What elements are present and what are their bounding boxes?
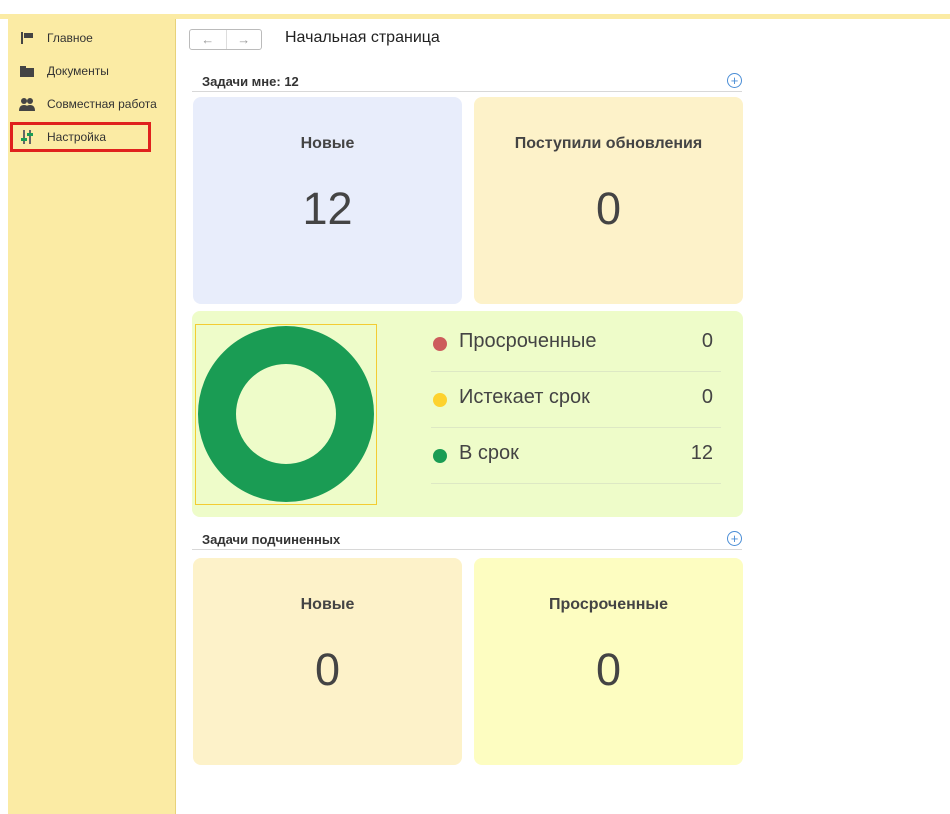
card-title: Просроченные: [549, 596, 668, 613]
legend-dot-red: [433, 337, 447, 351]
my-tasks-new-card[interactable]: Новые 12: [193, 97, 462, 304]
sidebar-item-label: Совместная работа: [47, 97, 157, 111]
legend-dot-green: [433, 449, 447, 463]
task-status-panel: Просроченные 0 Истекает срок 0 В срок 12: [192, 311, 743, 517]
subordinate-tasks-label: Задачи подчиненных: [202, 532, 341, 547]
my-tasks-updates-card[interactable]: Поступили обновления 0: [474, 97, 743, 304]
sidebar-item-label: Главное: [47, 31, 93, 45]
forward-button[interactable]: →: [225, 30, 262, 49]
legend-overdue[interactable]: Просроченные 0: [431, 316, 721, 372]
sidebar-item-settings[interactable]: Настройка: [10, 122, 151, 152]
legend-label: В срок: [459, 442, 519, 464]
subordinate-overdue-card[interactable]: Просроченные 0: [474, 558, 743, 765]
page-title: Начальная страница: [285, 29, 440, 46]
legend-expiring[interactable]: Истекает срок 0: [431, 372, 721, 428]
my-tasks-label: Задачи мне: 12: [202, 74, 299, 89]
folder-icon: [18, 64, 36, 78]
card-title: Поступили обновления: [514, 135, 703, 152]
status-donut-chart[interactable]: [195, 324, 377, 505]
add-subordinate-task-button[interactable]: +: [727, 531, 742, 546]
card-title: Новые: [300, 596, 355, 613]
card-value: 0: [595, 183, 622, 234]
sidebar: Главное Документы Совместная работа Наст…: [8, 19, 176, 814]
legend-dot-yellow: [433, 393, 447, 407]
legend-label: Истекает срок: [459, 386, 590, 408]
settings-sliders-icon: [18, 130, 36, 144]
card-value: 12: [302, 183, 353, 234]
legend-label: Просроченные: [459, 330, 597, 352]
main-content: ← → Начальная страница Задачи мне: 12 + …: [176, 19, 950, 814]
legend-value: 0: [701, 330, 713, 352]
subordinate-tasks-header: Задачи подчиненных +: [192, 531, 742, 550]
legend-on-time[interactable]: В срок 12: [431, 428, 721, 484]
card-value: 0: [595, 644, 622, 695]
card-value: 0: [314, 644, 341, 695]
sidebar-item-label: Документы: [47, 64, 109, 78]
card-title: Новые: [300, 135, 355, 152]
sidebar-item-documents[interactable]: Документы: [8, 60, 176, 82]
navigation-buttons: ← →: [189, 29, 262, 50]
sidebar-item-label: Настройка: [47, 130, 107, 144]
donut-ring: [198, 326, 374, 502]
sidebar-item-main[interactable]: Главное: [8, 27, 176, 49]
my-tasks-header: Задачи мне: 12 +: [192, 73, 742, 92]
back-button[interactable]: ←: [190, 30, 226, 49]
subordinate-new-card[interactable]: Новые 0: [193, 558, 462, 765]
sidebar-item-collaboration[interactable]: Совместная работа: [8, 93, 176, 115]
legend-value: 0: [701, 386, 713, 408]
flag-icon: [18, 31, 36, 45]
legend-value: 12: [690, 442, 713, 464]
add-my-task-button[interactable]: +: [727, 73, 742, 88]
users-icon: [18, 97, 36, 111]
